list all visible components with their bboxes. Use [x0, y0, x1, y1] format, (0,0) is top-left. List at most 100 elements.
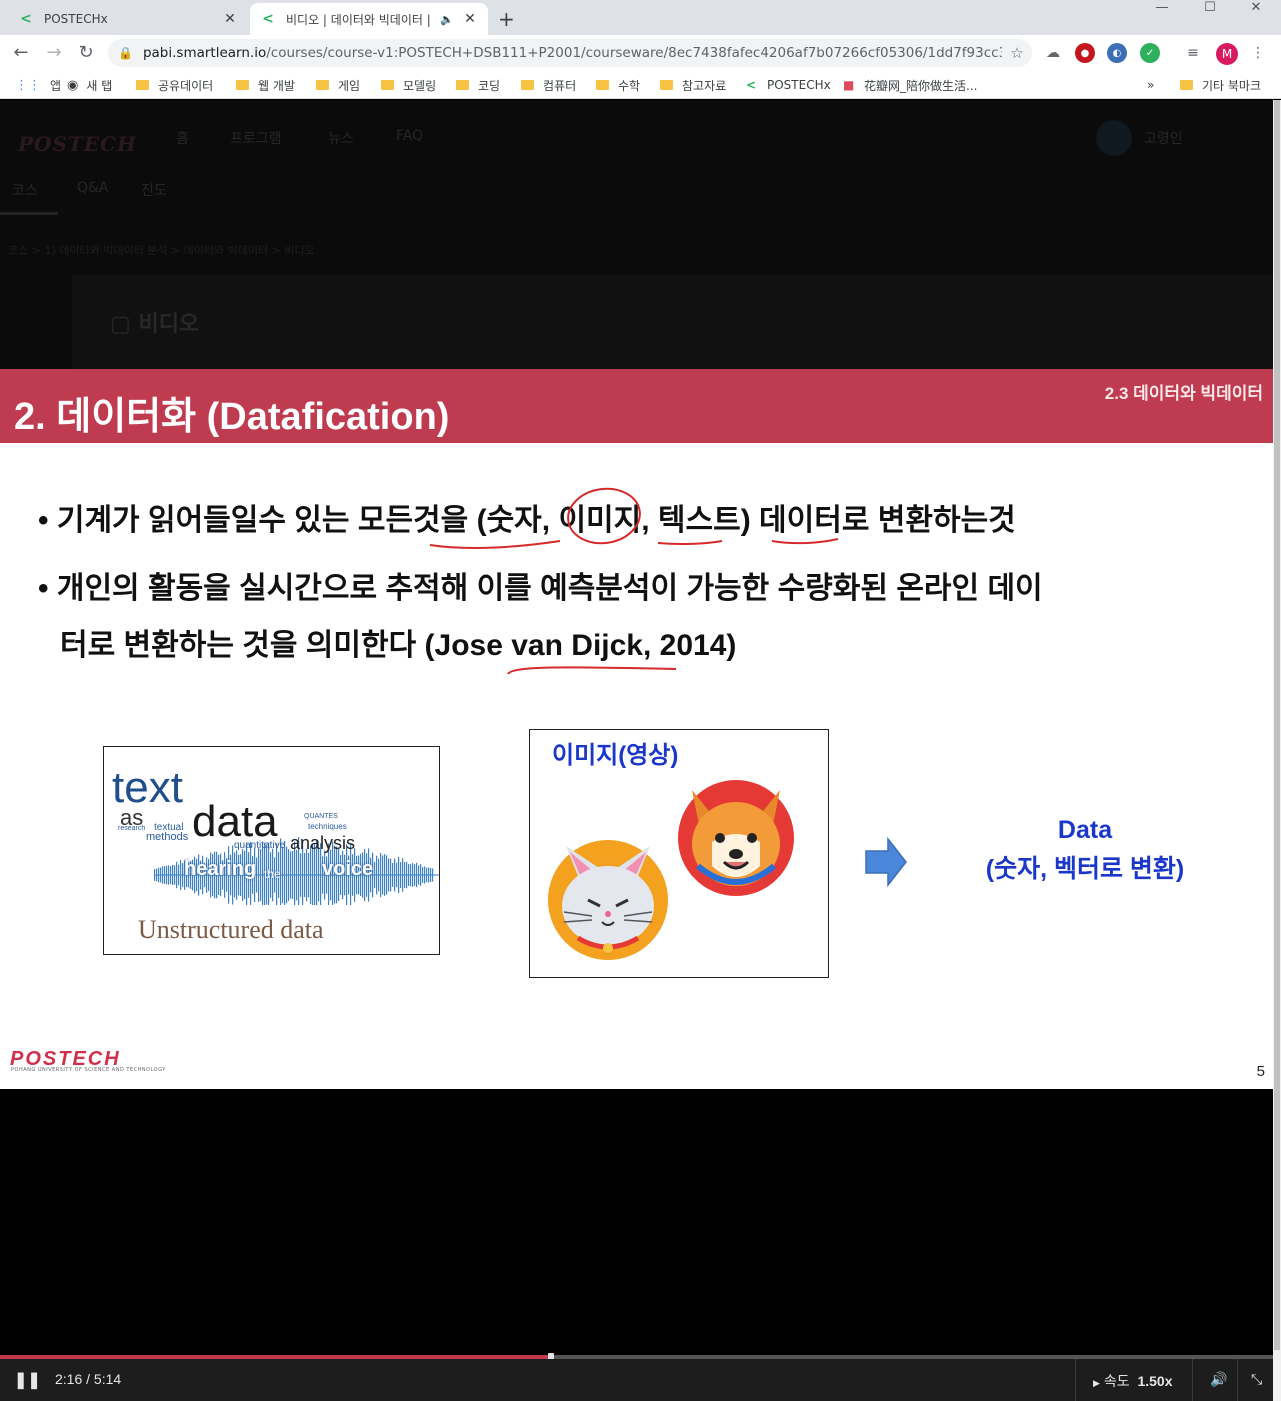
wc-quantes: QUANTES — [304, 813, 338, 820]
wave-bar — [376, 855, 378, 895]
data-conversion-label: (숫자, 벡터로 변환) — [985, 855, 1185, 883]
exit-fullscreen-icon[interactable]: ⤡ — [1251, 1371, 1262, 1388]
wave-bar — [384, 854, 386, 896]
bookmark-folder[interactable]: 참고자료 — [660, 76, 726, 94]
bookmark-folder[interactable]: 코딩 — [456, 76, 500, 94]
nav-faq[interactable]: FAQ — [396, 128, 423, 144]
profile-avatar[interactable]: M — [1216, 43, 1238, 65]
speed-value: 1.50x — [1137, 1373, 1173, 1389]
wave-bar — [432, 868, 434, 882]
bookmark-folder[interactable]: 게임 — [316, 76, 360, 94]
tab-qna[interactable]: Q&A — [77, 180, 109, 196]
bookmark-folder[interactable]: 웹 개발 — [236, 76, 295, 94]
unstructured-data-image: text as data textual research methods QU… — [103, 746, 440, 955]
nav-home[interactable]: 홈 — [176, 128, 189, 148]
wave-bar — [174, 865, 176, 885]
user-name[interactable]: 고령인 — [1144, 128, 1183, 148]
tab-postechx[interactable]: < POSTECHx ✕ — [8, 3, 248, 35]
close-tab-icon[interactable]: ✕ — [222, 11, 238, 27]
wave-bar — [164, 866, 166, 884]
bookmark-huaban[interactable]: ■ 花瓣网_陪你做生活... — [843, 76, 977, 94]
close-window-icon[interactable]: ✕ — [1233, 0, 1279, 20]
minimize-icon[interactable]: — — [1139, 0, 1185, 20]
folder-icon — [236, 80, 249, 90]
bookmark-label: 웹 개발 — [258, 78, 295, 93]
maximize-icon[interactable]: ☐ — [1187, 0, 1233, 20]
wave-bar — [290, 851, 292, 899]
folder-icon — [316, 80, 329, 90]
breadcrumb[interactable]: 코스 > 1) 데이터와 빅데이터 분석 > 데이터와 빅데이터 > 비디오 — [8, 242, 315, 258]
speed-control[interactable]: ▶ 속도 1.50x — [1093, 1371, 1173, 1391]
wc-the: the — [264, 867, 281, 881]
volume-icon[interactable]: 🔊 — [1210, 1371, 1227, 1388]
extension-shield-icon[interactable]: ✓ — [1140, 43, 1160, 63]
postechx-favicon-icon: < — [746, 78, 757, 92]
wc-quantitative: quantitative — [234, 840, 286, 851]
bookmark-new-tab[interactable]: ◉ 새 탭 — [67, 76, 112, 94]
forward-icon[interactable]: → — [42, 42, 66, 63]
reload-icon[interactable]: ↻ — [74, 42, 98, 63]
tab-progress[interactable]: 진도 — [141, 180, 167, 200]
bookmark-label: 게임 — [338, 78, 361, 93]
new-tab-button[interactable]: + — [498, 7, 515, 31]
media-control-icon[interactable]: ≡ — [1183, 43, 1203, 63]
user-avatar[interactable] — [1096, 120, 1132, 156]
bookmark-postechx[interactable]: < POSTECHx — [746, 76, 831, 94]
wave-bar — [296, 849, 298, 901]
wave-bar — [420, 864, 422, 886]
video-heading-text: 비디오 — [138, 312, 200, 337]
address-bar[interactable]: 🔒 pabi.smartlearn.io/courses/course-v1:P… — [108, 39, 1032, 67]
data-label: Data — [1057, 816, 1113, 844]
extension-blue-icon[interactable]: ◐ — [1107, 43, 1127, 63]
extension-cloud-icon[interactable]: ☁ — [1043, 43, 1063, 63]
video-slide[interactable]: 2. 데이터화 (Datafication) 2.3 데이터와 빅데이터 • 기… — [0, 369, 1273, 1089]
more-bookmarks-button[interactable]: » — [1147, 76, 1154, 94]
wave-bar — [286, 846, 288, 904]
content-card — [72, 275, 1281, 369]
bookmark-folder[interactable]: 모델링 — [381, 76, 436, 94]
slide-section-label: 2.3 데이터와 빅데이터 — [1104, 384, 1263, 403]
bookmark-star-icon[interactable]: ☆ — [1002, 44, 1032, 62]
wave-bar — [168, 865, 170, 885]
wave-bar — [386, 855, 388, 895]
wave-bar — [158, 867, 160, 883]
nav-news[interactable]: 뉴스 — [328, 128, 354, 148]
extension-red-icon[interactable]: ● — [1075, 43, 1095, 63]
wave-bar — [162, 866, 164, 884]
wc-voice: voice — [322, 858, 374, 880]
wave-bar — [310, 845, 312, 905]
site-logo[interactable]: POSTECH — [18, 132, 137, 156]
lock-icon[interactable]: 🔒 — [118, 46, 133, 60]
back-icon[interactable]: ← — [9, 42, 33, 63]
folder-icon — [136, 80, 149, 90]
wc-methods: methods — [146, 831, 189, 843]
other-bookmarks[interactable]: 기타 북마크 — [1180, 76, 1261, 94]
dog-face-icon — [678, 780, 794, 896]
bookmark-folder[interactable]: 수학 — [596, 76, 640, 94]
menu-icon[interactable]: ⋮ — [1248, 43, 1268, 63]
dimmed-page: POSTECH 홈 프로그램 뉴스 FAQ 고령인 코스 Q&A 진도 코스 >… — [0, 100, 1281, 369]
bookmark-folder[interactable]: 컴퓨터 — [521, 76, 576, 94]
wave-bar — [304, 852, 306, 898]
close-tab-icon[interactable]: ✕ — [462, 11, 478, 27]
bookmark-folder[interactable]: 공유데이터 — [136, 76, 213, 94]
wave-bar — [308, 852, 310, 898]
url-text[interactable]: pabi.smartlearn.io/courses/course-v1:POS… — [143, 45, 1002, 61]
wave-bar — [390, 858, 392, 892]
wave-bar — [394, 858, 396, 892]
nav-programs[interactable]: 프로그램 — [230, 128, 282, 148]
pause-icon[interactable]: ❚❚ — [14, 1370, 41, 1390]
page-scrollbar[interactable] — [1273, 100, 1281, 1401]
right-arrow-icon — [865, 837, 907, 887]
wave-bar — [160, 867, 162, 883]
audio-playing-icon[interactable]: 🔈 — [440, 13, 454, 26]
wave-bar — [414, 864, 416, 886]
postechx-favicon-icon: < — [20, 11, 32, 27]
tab-video[interactable]: < 비디오 | 데이터와 빅데이터 | 🔈 ✕ — [250, 3, 488, 35]
tab-course[interactable]: 코스 — [12, 180, 38, 200]
folder-icon — [381, 80, 394, 90]
slide-title-banner: 2. 데이터화 (Datafication) 2.3 데이터와 빅데이터 — [0, 369, 1273, 443]
apps-grid-icon: ⋮⋮ — [15, 77, 41, 93]
bookmark-apps[interactable]: ⋮⋮ 앱 — [15, 76, 61, 94]
scrollbar-thumb[interactable] — [1274, 100, 1280, 1350]
